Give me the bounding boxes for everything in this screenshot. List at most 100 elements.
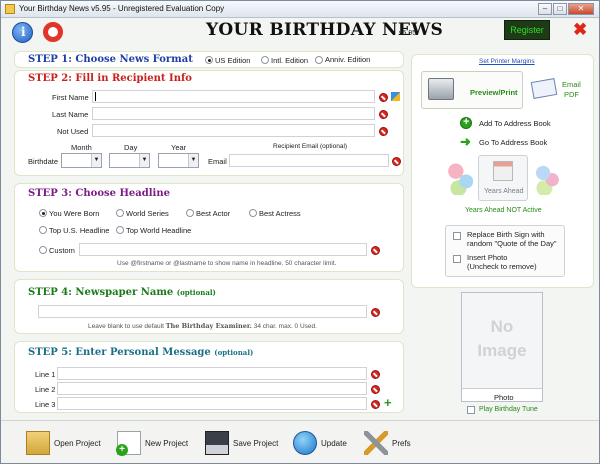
email-input[interactable] xyxy=(229,154,389,167)
insert-photo-label-2: (Uncheck to remove) xyxy=(467,262,537,271)
info-icon[interactable]: i xyxy=(12,22,33,43)
play-birthday-tune-checkbox[interactable] xyxy=(467,406,475,414)
custom-headline-input[interactable] xyxy=(79,243,367,256)
help-lifebuoy-icon[interactable] xyxy=(43,22,63,42)
step5-title: STEP 5: Enter Personal Message (optional… xyxy=(28,347,254,358)
radio-us-edition[interactable] xyxy=(205,56,213,64)
add-to-address-book-link[interactable]: Add To Address Book xyxy=(479,119,551,128)
email-label: Email xyxy=(208,157,227,166)
radio-world-series[interactable] xyxy=(116,209,124,217)
prefs-button[interactable]: Prefs xyxy=(364,431,416,457)
clear-last-name-icon[interactable] xyxy=(379,110,388,119)
save-project-label: Save Project xyxy=(233,439,279,448)
add-line-icon[interactable]: + xyxy=(384,396,392,409)
options-panel: Set Printer Margins Preview/Print Email … xyxy=(411,54,594,288)
radio-best-actress[interactable] xyxy=(249,209,257,217)
world-series-label: World Series xyxy=(126,209,169,218)
headline-hint: Use @firstname or @lastname to show name… xyxy=(117,260,337,267)
year-label: Year xyxy=(171,143,187,152)
last-name-label: Last Name xyxy=(52,110,89,119)
top-us-headline-label: Top U.S. Headline xyxy=(49,226,110,235)
first-name-label: First Name xyxy=(52,93,89,102)
birthdate-label: Birthdate xyxy=(28,157,59,166)
last-name-input[interactable] xyxy=(92,107,375,120)
clear-line1-icon[interactable] xyxy=(371,370,380,379)
radio-custom-headline[interactable] xyxy=(39,246,47,254)
step1-panel: STEP 1: Choose News Format US Edition In… xyxy=(14,51,404,68)
year-select[interactable]: ▼ xyxy=(158,153,199,168)
years-ahead-status: Years Ahead NOT Active xyxy=(465,207,542,214)
top-world-headline-label: Top World Headline xyxy=(126,226,192,235)
balloons-left-icon xyxy=(448,161,474,195)
step2-title: STEP 2: Fill in Recipient Info xyxy=(28,73,192,84)
clear-line3-icon[interactable] xyxy=(371,400,380,409)
play-birthday-tune-label: Play Birthday Tune xyxy=(479,406,538,413)
save-project-button[interactable]: Save Project xyxy=(205,431,283,457)
step1-title: STEP 1: Choose News Format xyxy=(28,54,193,65)
window-title: Your Birthday News v5.95 - Unregistered … xyxy=(19,4,225,13)
window-close-button[interactable]: ✕ xyxy=(568,3,594,15)
radio-top-world-headline[interactable] xyxy=(116,226,124,234)
insert-photo-label-1: Insert Photo xyxy=(467,253,508,262)
minimize-button[interactable]: – xyxy=(538,3,552,15)
month-label: Month xyxy=(71,143,92,152)
chevron-down-icon: ▼ xyxy=(188,154,198,167)
step4-title: STEP 4: Newspaper Name (optional) xyxy=(28,287,216,298)
bottom-toolbar: Open Project + New Project Save Project … xyxy=(1,420,599,463)
message-line3-input[interactable] xyxy=(57,397,367,410)
app-version: v5.95 xyxy=(399,30,417,37)
go-to-address-book-link[interactable]: Go To Address Book xyxy=(479,138,547,147)
first-name-input[interactable] xyxy=(92,90,375,103)
line3-label: Line 3 xyxy=(35,400,56,409)
prefs-label: Prefs xyxy=(392,439,411,448)
chevron-down-icon: ▼ xyxy=(139,154,149,167)
update-button[interactable]: Update xyxy=(293,431,353,457)
radio-you-were-born[interactable] xyxy=(39,209,47,217)
new-project-button[interactable]: + New Project xyxy=(116,431,195,457)
step3-panel: STEP 3: Choose Headline You Were Born Wo… xyxy=(14,183,404,272)
message-line2-input[interactable] xyxy=(57,382,367,395)
clear-first-name-icon[interactable] xyxy=(379,93,388,102)
email-pdf-button[interactable]: Email PDF xyxy=(530,77,590,105)
clear-line2-icon[interactable] xyxy=(371,385,380,394)
clear-newspaper-name-icon[interactable] xyxy=(371,308,380,317)
open-project-label: Open Project xyxy=(54,439,101,448)
replace-birth-sign-checkbox[interactable] xyxy=(453,232,461,240)
balloons-right-icon xyxy=(534,161,560,195)
exit-icon[interactable]: ✖ xyxy=(573,21,587,38)
new-document-icon: + xyxy=(116,431,141,456)
open-project-button[interactable]: Open Project xyxy=(26,431,106,457)
default-newspaper-name: The Birthday Examiner. xyxy=(165,322,252,330)
recipient-email-label: Recipient Email (optional) xyxy=(273,143,348,150)
radio-anniv-edition[interactable] xyxy=(315,56,323,64)
step4-optional: (optional) xyxy=(176,288,216,297)
month-select[interactable]: ▼ xyxy=(61,153,102,168)
clear-email-icon[interactable] xyxy=(392,157,401,166)
email-pdf-label-2: PDF xyxy=(564,90,579,99)
years-ahead-label: Years Ahead xyxy=(484,188,524,195)
replace-birth-sign-label-2: random "Quote of the Day" xyxy=(467,239,557,248)
radio-intl-edition[interactable] xyxy=(261,56,269,64)
us-edition-label: US Edition xyxy=(215,56,251,65)
photo-placeholder: No Image xyxy=(462,293,542,389)
radio-best-actor[interactable] xyxy=(186,209,194,217)
open-folder-icon xyxy=(26,431,50,455)
years-ahead-button[interactable]: Years Ahead xyxy=(478,155,528,201)
address-book-icon[interactable] xyxy=(391,92,400,101)
photo-box[interactable]: No Image Photo xyxy=(461,292,543,402)
best-actor-label: Best Actor xyxy=(196,209,231,218)
register-button[interactable]: Register xyxy=(504,20,550,40)
insert-photo-checkbox[interactable] xyxy=(453,255,461,263)
you-were-born-label: You Were Born xyxy=(49,209,100,218)
add-address-icon[interactable]: + xyxy=(460,116,472,129)
preview-print-button[interactable]: Preview/Print xyxy=(421,71,523,109)
not-used-input[interactable] xyxy=(92,124,375,137)
clear-not-used-icon[interactable] xyxy=(379,127,388,136)
day-select[interactable]: ▼ xyxy=(109,153,150,168)
set-printer-margins-link[interactable]: Set Printer Margins xyxy=(479,58,535,65)
maximize-button[interactable]: □ xyxy=(553,3,567,15)
radio-top-us-headline[interactable] xyxy=(39,226,47,234)
message-line1-input[interactable] xyxy=(57,367,367,380)
newspaper-name-input[interactable] xyxy=(38,305,367,318)
clear-custom-headline-icon[interactable] xyxy=(371,246,380,255)
